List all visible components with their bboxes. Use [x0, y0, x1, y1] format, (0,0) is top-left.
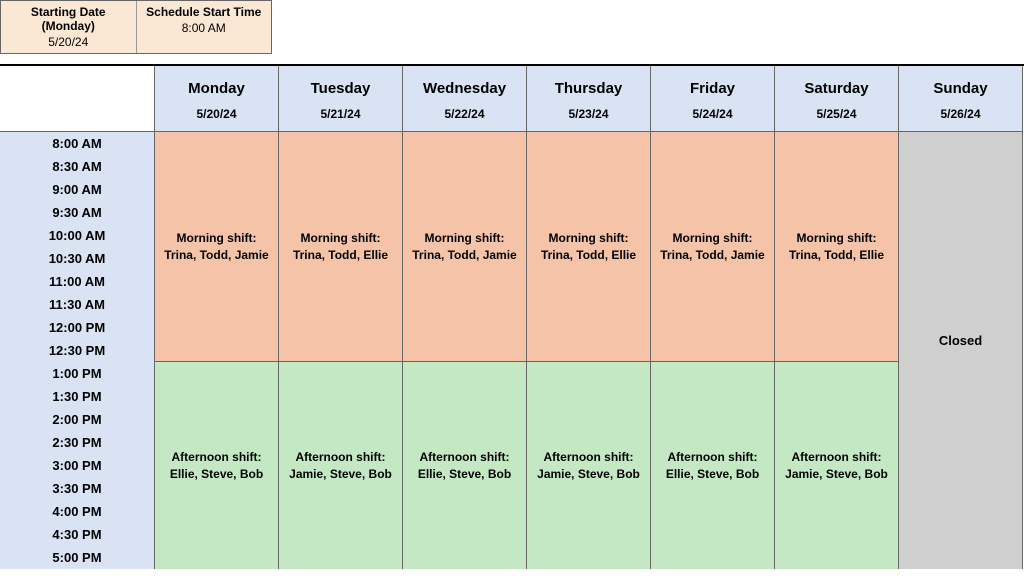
- morning-shift-cell[interactable]: Morning shift: Trina, Todd, Jamie: [155, 132, 278, 362]
- afternoon-shift-cell[interactable]: Afternoon shift: Jamie, Steve, Bob: [527, 362, 650, 569]
- day-name: Saturday: [779, 80, 894, 97]
- morning-shift-cell[interactable]: Morning shift: Trina, Todd, Ellie: [527, 132, 650, 362]
- day-date: 5/21/24: [283, 107, 398, 121]
- time-slot: 4:00 PM: [0, 500, 154, 523]
- time-slot: 4:30 PM: [0, 523, 154, 546]
- time-slot: 9:00 AM: [0, 178, 154, 201]
- morning-shift-cell[interactable]: Morning shift: Trina, Todd, Jamie: [403, 132, 526, 362]
- morning-shift-cell[interactable]: Morning shift: Trina, Todd, Jamie: [651, 132, 774, 362]
- time-slot: 10:00 AM: [0, 224, 154, 247]
- time-slot: 1:00 PM: [0, 362, 154, 385]
- time-slot: 9:30 AM: [0, 201, 154, 224]
- time-slot: 8:00 AM: [0, 132, 154, 155]
- closed-label: Closed: [939, 333, 982, 348]
- time-slot: 2:00 PM: [0, 408, 154, 431]
- afternoon-shift-cell[interactable]: Afternoon shift: Ellie, Steve, Bob: [403, 362, 526, 569]
- time-slot: 12:30 PM: [0, 339, 154, 362]
- time-slot: 3:30 PM: [0, 477, 154, 500]
- day-col-monday: Morning shift: Trina, Todd, Jamie Aftern…: [155, 132, 279, 569]
- morning-shift-cell[interactable]: Morning shift: Trina, Todd, Ellie: [775, 132, 898, 362]
- day-name: Sunday: [903, 80, 1018, 97]
- time-slot: 3:00 PM: [0, 454, 154, 477]
- day-date: 5/26/24: [903, 107, 1018, 121]
- day-date: 5/24/24: [655, 107, 770, 121]
- day-name: Wednesday: [407, 80, 522, 97]
- time-slot: 5:00 PM: [0, 546, 154, 569]
- afternoon-shift-cell[interactable]: Afternoon shift: Ellie, Steve, Bob: [155, 362, 278, 569]
- day-name: Thursday: [531, 80, 646, 97]
- time-slot: 12:00 PM: [0, 316, 154, 339]
- day-head-saturday: Saturday 5/25/24: [775, 66, 899, 132]
- day-col-sunday: Closed: [899, 132, 1023, 569]
- time-slot: 1:30 PM: [0, 385, 154, 408]
- day-head-friday: Friday 5/24/24: [651, 66, 775, 132]
- afternoon-shift-cell[interactable]: Afternoon shift: Ellie, Steve, Bob: [651, 362, 774, 569]
- day-col-wednesday: Morning shift: Trina, Todd, Jamie Aftern…: [403, 132, 527, 569]
- day-head-monday: Monday 5/20/24: [155, 66, 279, 132]
- start-time-value: 8:00 AM: [143, 21, 266, 35]
- time-slot: 8:30 AM: [0, 155, 154, 178]
- time-slot: 11:00 AM: [0, 270, 154, 293]
- time-slot: 11:30 AM: [0, 293, 154, 316]
- starting-date-cell: Starting Date (Monday) 5/20/24: [1, 1, 137, 53]
- day-name: Friday: [655, 80, 770, 97]
- day-date: 5/22/24: [407, 107, 522, 121]
- day-head-sunday: Sunday 5/26/24: [899, 66, 1023, 132]
- starting-date-value: 5/20/24: [7, 35, 130, 49]
- day-head-wednesday: Wednesday 5/22/24: [403, 66, 527, 132]
- day-name: Tuesday: [283, 80, 398, 97]
- day-name: Monday: [159, 80, 274, 97]
- day-col-friday: Morning shift: Trina, Todd, Jamie Aftern…: [651, 132, 775, 569]
- time-column: 8:00 AM 8:30 AM 9:00 AM 9:30 AM 10:00 AM…: [0, 132, 155, 569]
- day-date: 5/23/24: [531, 107, 646, 121]
- starting-date-label: Starting Date (Monday): [7, 5, 130, 33]
- afternoon-shift-cell[interactable]: Afternoon shift: Jamie, Steve, Bob: [279, 362, 402, 569]
- day-head-thursday: Thursday 5/23/24: [527, 66, 651, 132]
- start-time-cell: Schedule Start Time 8:00 AM: [137, 1, 272, 53]
- schedule-sheet: Starting Date (Monday) 5/20/24 Schedule …: [0, 0, 1024, 576]
- corner-blank: [0, 66, 155, 132]
- day-date: 5/25/24: [779, 107, 894, 121]
- closed-cell[interactable]: Closed: [899, 132, 1022, 569]
- morning-shift-cell[interactable]: Morning shift: Trina, Todd, Ellie: [279, 132, 402, 362]
- time-slot: 10:30 AM: [0, 247, 154, 270]
- day-col-saturday: Morning shift: Trina, Todd, Ellie Aftern…: [775, 132, 899, 569]
- meta-block: Starting Date (Monday) 5/20/24 Schedule …: [0, 0, 272, 54]
- time-slot: 2:30 PM: [0, 431, 154, 454]
- day-head-tuesday: Tuesday 5/21/24: [279, 66, 403, 132]
- day-col-tuesday: Morning shift: Trina, Todd, Ellie Aftern…: [279, 132, 403, 569]
- day-col-thursday: Morning shift: Trina, Todd, Ellie Aftern…: [527, 132, 651, 569]
- day-date: 5/20/24: [159, 107, 274, 121]
- calendar-grid: Monday 5/20/24 Tuesday 5/21/24 Wednesday…: [0, 64, 1024, 569]
- afternoon-shift-cell[interactable]: Afternoon shift: Jamie, Steve, Bob: [775, 362, 898, 569]
- start-time-label: Schedule Start Time: [143, 5, 266, 19]
